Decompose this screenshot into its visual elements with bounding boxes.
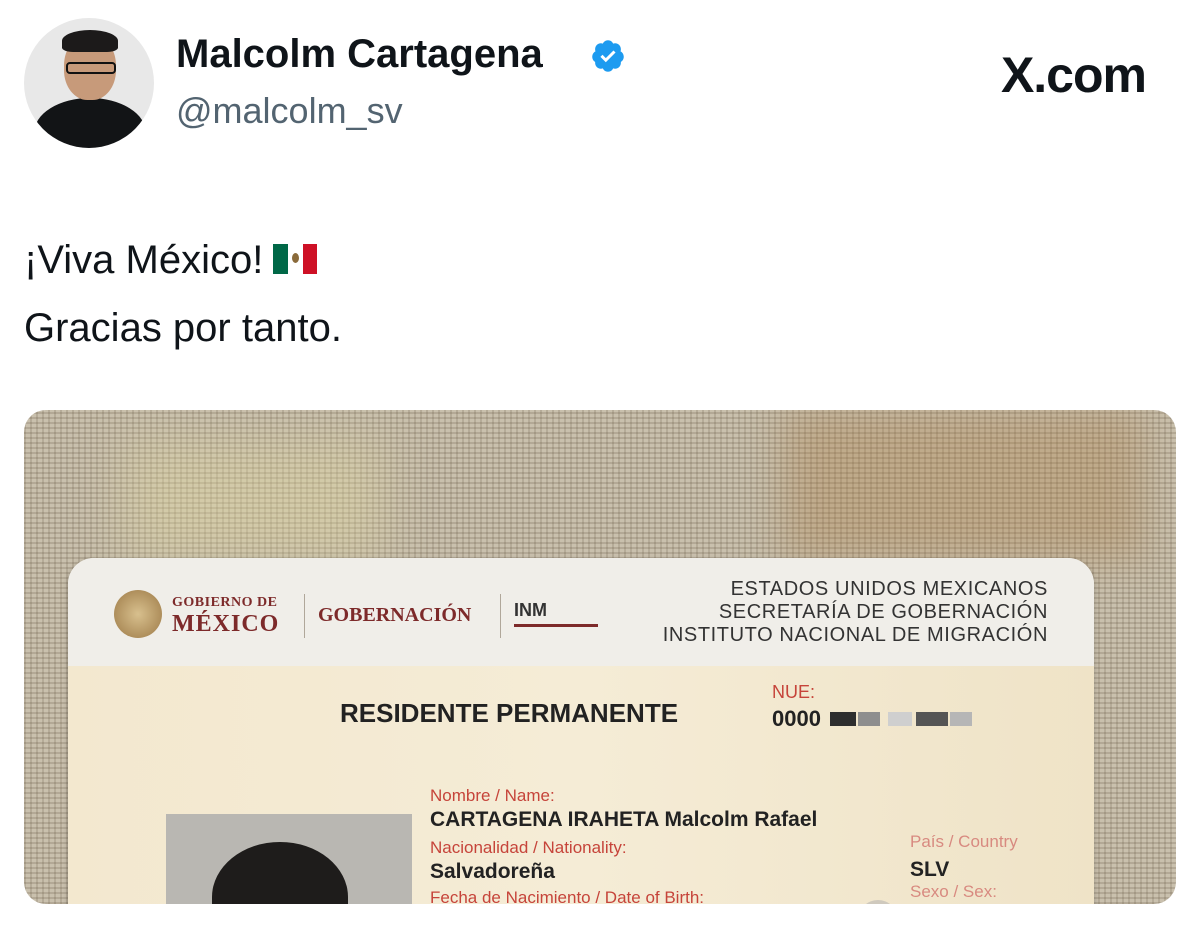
country-value: SLV	[910, 858, 950, 881]
redaction-pixel	[830, 712, 856, 726]
nationality-value: Salvadoreña	[430, 860, 555, 883]
mexico-flag-icon	[273, 244, 318, 275]
tweet-text: ¡Viva México! Gracias por tanto.	[24, 226, 1164, 362]
name-label: Nombre / Name:	[430, 786, 555, 805]
inm-logo: INM	[514, 600, 547, 620]
divider	[304, 594, 305, 638]
avatar[interactable]	[24, 18, 154, 148]
redaction-pixel	[858, 712, 880, 726]
tweet-header: Malcolm Cartagena @malcolm_sv X.com	[24, 18, 1176, 148]
residency-id-card: GOBIERNO DE MÉXICO GOBERNACIÓN INM ESTAD…	[68, 558, 1094, 904]
nue-label: NUE:	[772, 682, 816, 702]
tweet-line: Gracias por tanto.	[24, 306, 342, 350]
sex-label: Sexo / Sex:	[910, 882, 997, 901]
gobierno-de-mexico-logo: GOBIERNO DE MÉXICO	[172, 595, 280, 637]
handle[interactable]: @malcolm_sv	[176, 90, 403, 132]
national-seal-icon	[114, 590, 162, 638]
x-com-watermark: X.com	[1000, 47, 1147, 103]
name-value: CARTAGENA IRAHETA Malcolm Rafael	[430, 808, 818, 831]
dob-label: Fecha de Nacimiento / Date of Birth:	[430, 888, 705, 904]
redaction-pixel	[916, 712, 948, 726]
nationality-label: Nacionalidad / Nationality:	[430, 838, 627, 857]
display-name[interactable]: Malcolm Cartagena	[176, 32, 543, 77]
nue-value: 0000	[772, 706, 821, 731]
tweet-media-photo[interactable]: GOBIERNO DE MÉXICO GOBERNACIÓN INM ESTAD…	[24, 410, 1176, 904]
redaction-pixel	[950, 712, 972, 726]
document-type: RESIDENTE PERMANENTE	[340, 698, 679, 728]
tweet-line: ¡Viva México!	[24, 226, 1164, 294]
country-label: País / Country	[910, 832, 1018, 851]
redaction-pixel	[888, 712, 912, 726]
issuer-block: ESTADOS UNIDOS MEXICANOS SECRETARÍA DE G…	[662, 578, 1048, 646]
verified-badge-icon	[592, 40, 624, 72]
id-photo	[166, 814, 412, 904]
gobernacion-logo: GOBERNACIÓN	[318, 604, 472, 626]
divider	[500, 594, 501, 638]
